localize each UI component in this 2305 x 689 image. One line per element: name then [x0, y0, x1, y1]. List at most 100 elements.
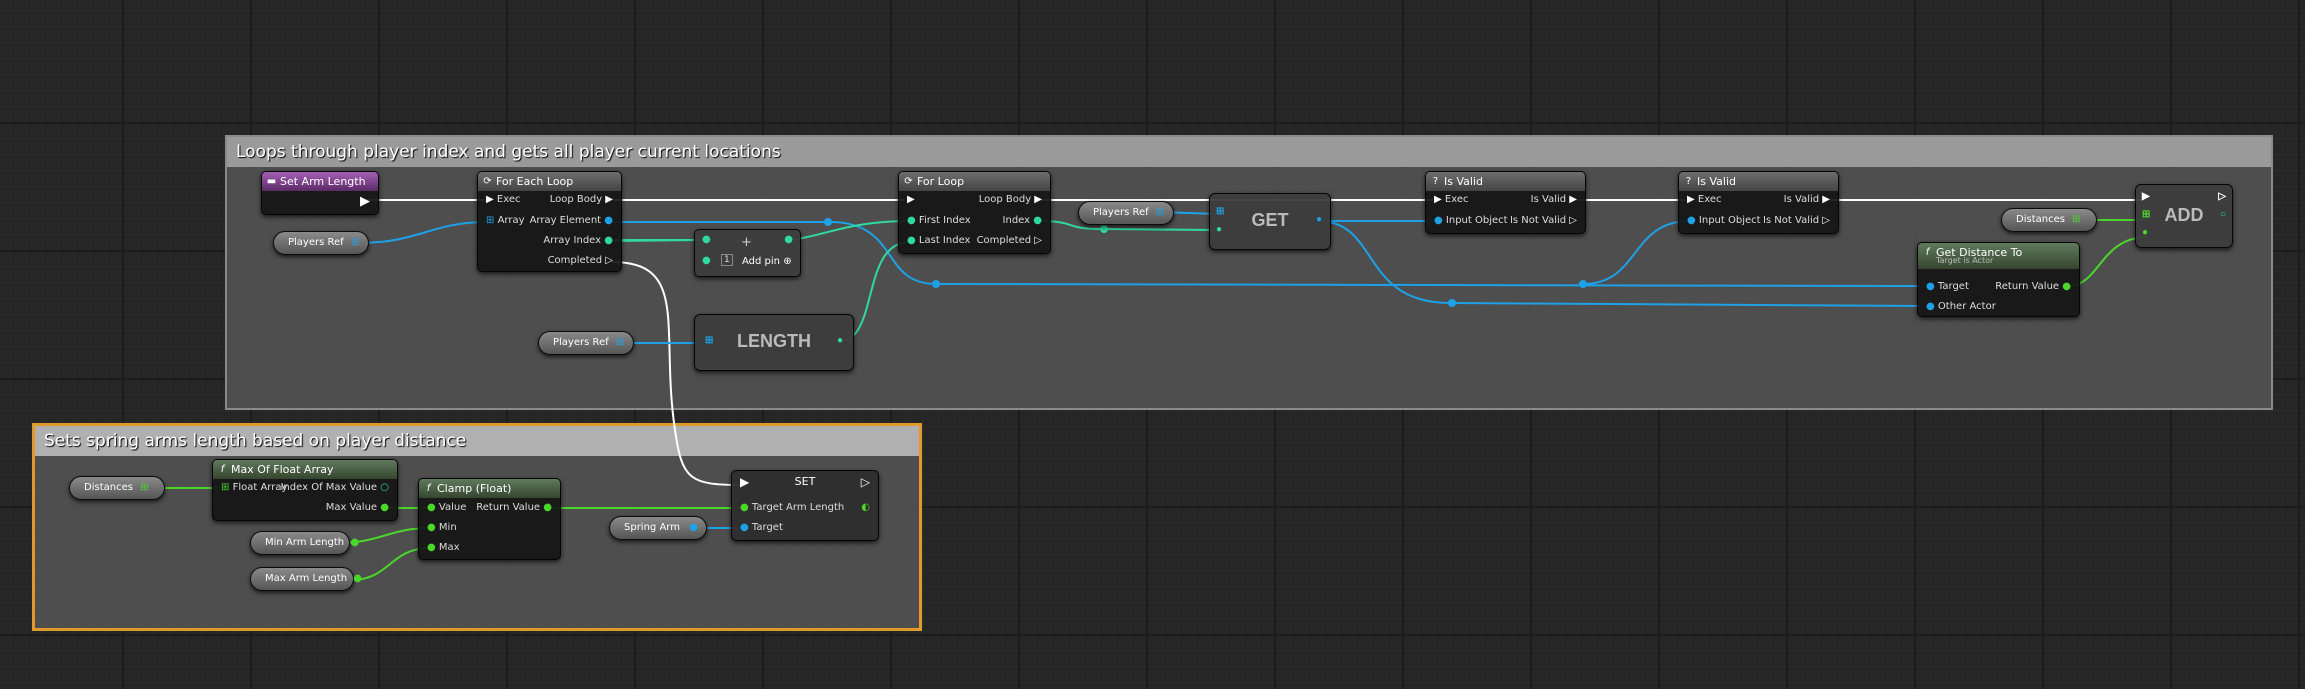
exec-in-pin[interactable]: ▶: [740, 475, 749, 489]
array-element-pin[interactable]: Array Element ●: [530, 215, 613, 226]
is-valid-node[interactable]: ? Is Valid ▶ Exec ● Input Object Is Valid…: [1425, 171, 1586, 234]
array-pin-icon[interactable]: ⊞: [1156, 207, 1164, 218]
return-value-pin[interactable]: Return Value ●: [1995, 281, 2071, 292]
pin-label: Add pin: [742, 256, 781, 267]
is-valid-node[interactable]: ? Is Valid ▶ Exec ● Input Object Is Valid…: [1678, 171, 1839, 234]
float-out-pin[interactable]: ◐: [861, 502, 870, 513]
min-pin[interactable]: ● Min: [427, 522, 457, 533]
is-not-valid-pin[interactable]: Is Not Valid ▷: [1763, 215, 1830, 226]
players-ref-variable[interactable]: Players Ref ⊞: [1078, 201, 1174, 225]
question-icon: ?: [1432, 176, 1439, 187]
pin-label: Return Value: [476, 502, 541, 513]
var-label: Max Arm Length: [265, 573, 348, 584]
value-box[interactable]: 1: [721, 254, 733, 266]
for-each-loop-node[interactable]: ⟳ For Each Loop ▶ Exec ⊞ Array Loop Body …: [477, 171, 622, 272]
object-out-pin[interactable]: ●: [1316, 214, 1322, 225]
spring-arm-variable[interactable]: Spring Arm ●: [609, 516, 707, 540]
index-of-max-pin[interactable]: Index Of Max Value ○: [280, 482, 389, 493]
clamp-float-node[interactable]: f Clamp (Float) ● Value ● Min ● Max Retur…: [418, 478, 561, 560]
int-out-pin[interactable]: ○: [2220, 209, 2226, 220]
exec-in-pin[interactable]: ▶ Exec: [1434, 194, 1468, 205]
float-in-pin[interactable]: ●: [2142, 227, 2148, 238]
first-index-pin[interactable]: ● First Index: [907, 215, 971, 226]
distances-variable[interactable]: Distances ⊞: [69, 476, 165, 500]
max-value-pin[interactable]: Max Value ●: [326, 502, 389, 513]
is-valid-pin[interactable]: Is Valid ▶: [1531, 194, 1577, 205]
exec-in-pin[interactable]: ▶: [907, 194, 915, 205]
node-subtitle: Target is Actor: [1936, 256, 1994, 265]
array-in-pin[interactable]: ⊞ Array: [486, 215, 525, 226]
get-node[interactable]: ⊞ ● GET ●: [1209, 193, 1331, 250]
add-int-node[interactable]: ● ● ● + 1 Add pin ⊕: [694, 229, 801, 277]
completed-pin[interactable]: Completed ▷: [548, 255, 613, 266]
target-arm-length-pin[interactable]: ● Target Arm Length: [740, 502, 844, 513]
pin-label: Min: [438, 522, 457, 533]
question-icon: ?: [1685, 176, 1692, 187]
distances-variable[interactable]: Distances ⊞: [2001, 208, 2097, 232]
array-pin-icon[interactable]: ⊞: [2072, 214, 2080, 225]
exec-in-pin[interactable]: ▶: [2142, 191, 2150, 202]
pin-label: Target: [1937, 281, 1969, 292]
pin-label: Completed: [547, 255, 603, 266]
node-title: Clamp (Float): [437, 482, 512, 495]
pin-label: Array Element: [529, 215, 602, 226]
completed-pin[interactable]: Completed ▷: [977, 235, 1042, 246]
pin-label: Index Of Max Value: [280, 482, 378, 493]
pin-label: Float Array: [232, 482, 288, 493]
node-title: Is Valid: [1444, 175, 1483, 188]
target-pin[interactable]: ● Target: [740, 522, 783, 533]
float-pin-icon[interactable]: ●: [350, 537, 359, 548]
var-label: Min Arm Length: [265, 537, 345, 548]
exec-in-pin[interactable]: ▶ Exec: [486, 194, 520, 205]
function-icon: f: [1925, 247, 1930, 258]
array-pin-icon[interactable]: ⊞: [616, 337, 624, 348]
array-index-pin[interactable]: Array Index ●: [543, 235, 613, 246]
pin-label: Completed: [976, 235, 1032, 246]
players-ref-variable[interactable]: Players Ref ⊞: [273, 231, 369, 255]
int-out-pin[interactable]: ●: [837, 335, 843, 346]
value-pin[interactable]: ● Value: [427, 502, 466, 513]
float-pin-icon[interactable]: ●: [353, 573, 362, 584]
is-valid-pin[interactable]: Is Valid ▶: [1784, 194, 1830, 205]
int-in-pin[interactable]: ●: [702, 255, 711, 266]
input-object-pin[interactable]: ● Input Object: [1687, 215, 1761, 226]
is-not-valid-pin[interactable]: Is Not Valid ▷: [1510, 215, 1577, 226]
int-out-pin[interactable]: ●: [784, 234, 793, 245]
array-pin-icon[interactable]: ⊞: [351, 237, 359, 248]
exec-out-pin[interactable]: ▷: [861, 475, 870, 489]
target-pin[interactable]: ● Target: [1926, 281, 1969, 292]
max-pin[interactable]: ● Max: [427, 542, 460, 553]
max-arm-length-variable[interactable]: Max Arm Length ●: [250, 567, 362, 591]
add-pin-button[interactable]: Add pin ⊕: [742, 256, 792, 267]
max-of-float-array-node[interactable]: f Max Of Float Array ⊞ Float Array Index …: [212, 459, 398, 521]
for-loop-node[interactable]: ⟳ For Loop ▶ ● First Index ● Last Index L…: [898, 171, 1051, 254]
float-array-pin[interactable]: ⊞ Float Array: [221, 482, 287, 493]
var-label: Distances: [2016, 214, 2065, 225]
pin-label: Is Not Valid: [1762, 215, 1820, 226]
pin-label: Return Value: [1995, 281, 2060, 292]
node-title: Is Valid: [1697, 175, 1736, 188]
reroute-knot: [1448, 299, 1456, 307]
input-object-pin[interactable]: ● Input Object: [1434, 215, 1508, 226]
array-add-node[interactable]: ▶ ⊞ ● ADD ▷ ○: [2135, 184, 2233, 248]
array-pin-icon[interactable]: ⊞: [140, 482, 148, 493]
get-distance-to-node[interactable]: f Get Distance To Target is Actor ● Targe…: [1917, 242, 2080, 317]
loop-body-pin[interactable]: Loop Body ▶: [550, 194, 613, 205]
array-wire: [357, 221, 489, 244]
length-node[interactable]: ⊞ LENGTH ●: [694, 314, 854, 371]
exec-out-pin[interactable]: ▶: [360, 194, 370, 209]
last-index-pin[interactable]: ● Last Index: [907, 235, 970, 246]
index-pin[interactable]: Index ●: [1003, 215, 1042, 226]
int-in-pin[interactable]: ●: [702, 234, 711, 245]
other-actor-pin[interactable]: ● Other Actor: [1926, 301, 1996, 312]
players-ref-variable[interactable]: Players Ref ⊞: [538, 331, 634, 355]
exec-out-pin[interactable]: ▷: [2218, 191, 2226, 202]
loop-body-pin[interactable]: Loop Body ▶: [979, 194, 1042, 205]
pin-label: Is Not Valid: [1509, 215, 1567, 226]
return-value-pin[interactable]: Return Value ●: [476, 502, 552, 513]
min-arm-length-variable[interactable]: Min Arm Length ●: [250, 531, 359, 555]
object-pin-icon[interactable]: ●: [689, 522, 698, 533]
set-target-arm-length-node[interactable]: SET ▶ ▷ ● Target Arm Length ◐ ● Target: [731, 470, 879, 541]
event-node-set-arm-length[interactable]: ▬ Set Arm Length ▶: [261, 171, 379, 215]
exec-in-pin[interactable]: ▶ Exec: [1687, 194, 1721, 205]
